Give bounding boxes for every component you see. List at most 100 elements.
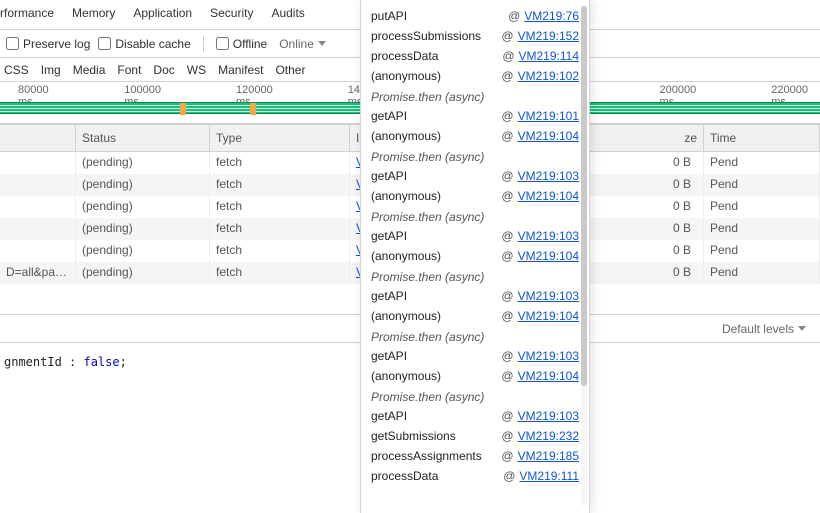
stack-link[interactable]: VM219:185 — [518, 449, 579, 463]
filter-media[interactable]: Media — [73, 63, 106, 77]
offline-label: Offline — [233, 37, 267, 51]
cell-time: Pend — [704, 196, 820, 218]
stack-link[interactable]: VM219:103 — [518, 349, 579, 363]
stack-at: @ — [501, 129, 513, 143]
stack-link[interactable]: VM219:104 — [518, 309, 579, 323]
chevron-down-icon — [798, 326, 806, 331]
header-name[interactable] — [0, 125, 76, 152]
stack-frame: getAPI @ VM219:103 — [371, 286, 579, 306]
cell-status: (pending) — [76, 218, 210, 240]
filter-doc[interactable]: Doc — [153, 63, 174, 77]
stack-fn: getAPI — [371, 289, 407, 303]
stack-frame: processData@VM219:114 — [371, 46, 579, 66]
stack-frame: (anonymous)@VM219:104 — [371, 306, 579, 326]
stack-link[interactable]: VM219:104 — [518, 189, 579, 203]
cell-time: Pend — [704, 174, 820, 196]
cell-type: fetch — [210, 218, 350, 240]
cell-size: 0 B — [584, 174, 704, 196]
stack-fn: (anonymous) — [371, 309, 441, 323]
header-type[interactable]: Type — [210, 125, 350, 152]
throttle-select[interactable]: Online — [275, 36, 330, 52]
stack-fn: processSubmissions — [371, 29, 481, 43]
stack-link[interactable]: VM219:103 — [518, 169, 579, 183]
stack-fn: putAPI — [371, 9, 407, 23]
stack-at: @ — [501, 229, 513, 243]
stack-fn: (anonymous) — [371, 69, 441, 83]
offline-input[interactable] — [216, 37, 229, 50]
stack-at: @ — [501, 349, 513, 363]
log-levels-select[interactable]: Default levels — [718, 321, 810, 337]
stack-link[interactable]: VM219:104 — [518, 369, 579, 383]
stack-link[interactable]: VM219:111 — [519, 469, 579, 483]
stack-link[interactable]: VM219:103 — [518, 289, 579, 303]
stack-link[interactable]: VM219:232 — [518, 429, 579, 443]
stack-separator: Promise.then (async) — [371, 266, 579, 286]
preserve-log-label: Preserve log — [23, 37, 90, 51]
stack-frame: getSubmissions @ VM219:232 — [371, 426, 579, 446]
preserve-log-input[interactable] — [6, 37, 19, 50]
filter-img[interactable]: Img — [41, 63, 61, 77]
stack-at: @ — [501, 109, 513, 123]
stack-separator: Promise.then (async) — [371, 146, 579, 166]
cell-type: fetch — [210, 240, 350, 262]
disable-cache-input[interactable] — [98, 37, 111, 50]
stack-frame: putAPI@VM219:76 — [371, 6, 579, 26]
stack-separator: Promise.then (async) — [371, 386, 579, 406]
cell-name — [0, 174, 76, 196]
stack-fn: getAPI — [371, 109, 407, 123]
tab-application[interactable]: Application — [133, 6, 192, 20]
stack-link[interactable]: VM219:103 — [518, 409, 579, 423]
cell-size: 0 B — [584, 218, 704, 240]
stack-link[interactable]: VM219:101 — [518, 109, 579, 123]
stack-frame: processSubmissions@VM219:152 — [371, 26, 579, 46]
cell-time: Pend — [704, 152, 820, 174]
tab-audits[interactable]: Audits — [271, 6, 304, 20]
stack-at: @ — [501, 429, 513, 443]
offline-checkbox[interactable]: Offline — [216, 37, 267, 51]
stack-fn: getSubmissions — [371, 429, 456, 443]
stack-frame: (anonymous)@VM219:104 — [371, 366, 579, 386]
stack-link[interactable]: VM219:104 — [518, 249, 579, 263]
tab-memory[interactable]: Memory — [72, 6, 115, 20]
stack-link[interactable]: VM219:76 — [524, 9, 579, 23]
preserve-log-checkbox[interactable]: Preserve log — [6, 37, 90, 51]
stack-frame: getAPI @ VM219:101 — [371, 106, 579, 126]
stack-at: @ — [501, 369, 513, 383]
scrollbar[interactable] — [581, 6, 587, 506]
stack-fn: processAssignments — [371, 449, 482, 463]
header-time[interactable]: Time — [704, 125, 820, 152]
filter-manifest[interactable]: Manifest — [218, 63, 263, 77]
filter-ws[interactable]: WS — [187, 63, 206, 77]
header-size[interactable]: ze — [584, 125, 704, 152]
stack-frame: (anonymous)@VM219:102 — [371, 66, 579, 86]
chevron-down-icon — [318, 41, 326, 46]
stack-link[interactable]: VM219:152 — [518, 29, 579, 43]
stack-frame: getAPI@VM219:103 — [371, 406, 579, 426]
stack-link[interactable]: VM219:102 — [518, 69, 579, 83]
cell-name: D=all&page... — [0, 262, 76, 284]
cell-time: Pend — [704, 218, 820, 240]
tab-security[interactable]: Security — [210, 6, 253, 20]
log-levels-label: Default levels — [722, 322, 794, 336]
disable-cache-checkbox[interactable]: Disable cache — [98, 37, 190, 51]
stack-at: @ — [501, 409, 513, 423]
cell-type: fetch — [210, 262, 350, 284]
filter-other[interactable]: Other — [275, 63, 305, 77]
cell-time: Pend — [704, 262, 820, 284]
header-status[interactable]: Status — [76, 125, 210, 152]
stack-fn: getAPI — [371, 349, 407, 363]
stack-link[interactable]: VM219:104 — [518, 129, 579, 143]
stack-link[interactable]: VM219:103 — [518, 229, 579, 243]
filter-css[interactable]: CSS — [4, 63, 29, 77]
stack-separator: Promise.then (async) — [371, 326, 579, 346]
cell-size: 0 B — [584, 240, 704, 262]
stack-link[interactable]: VM219:114 — [519, 49, 580, 63]
tab-performance[interactable]: rformance — [0, 6, 54, 20]
cell-name — [0, 152, 76, 174]
stack-fn: processData — [371, 469, 438, 483]
stack-fn: getAPI — [371, 229, 407, 243]
filter-font[interactable]: Font — [117, 63, 141, 77]
cell-status: (pending) — [76, 240, 210, 262]
scrollbar-thumb[interactable] — [581, 6, 587, 386]
stack-at: @ — [501, 289, 513, 303]
